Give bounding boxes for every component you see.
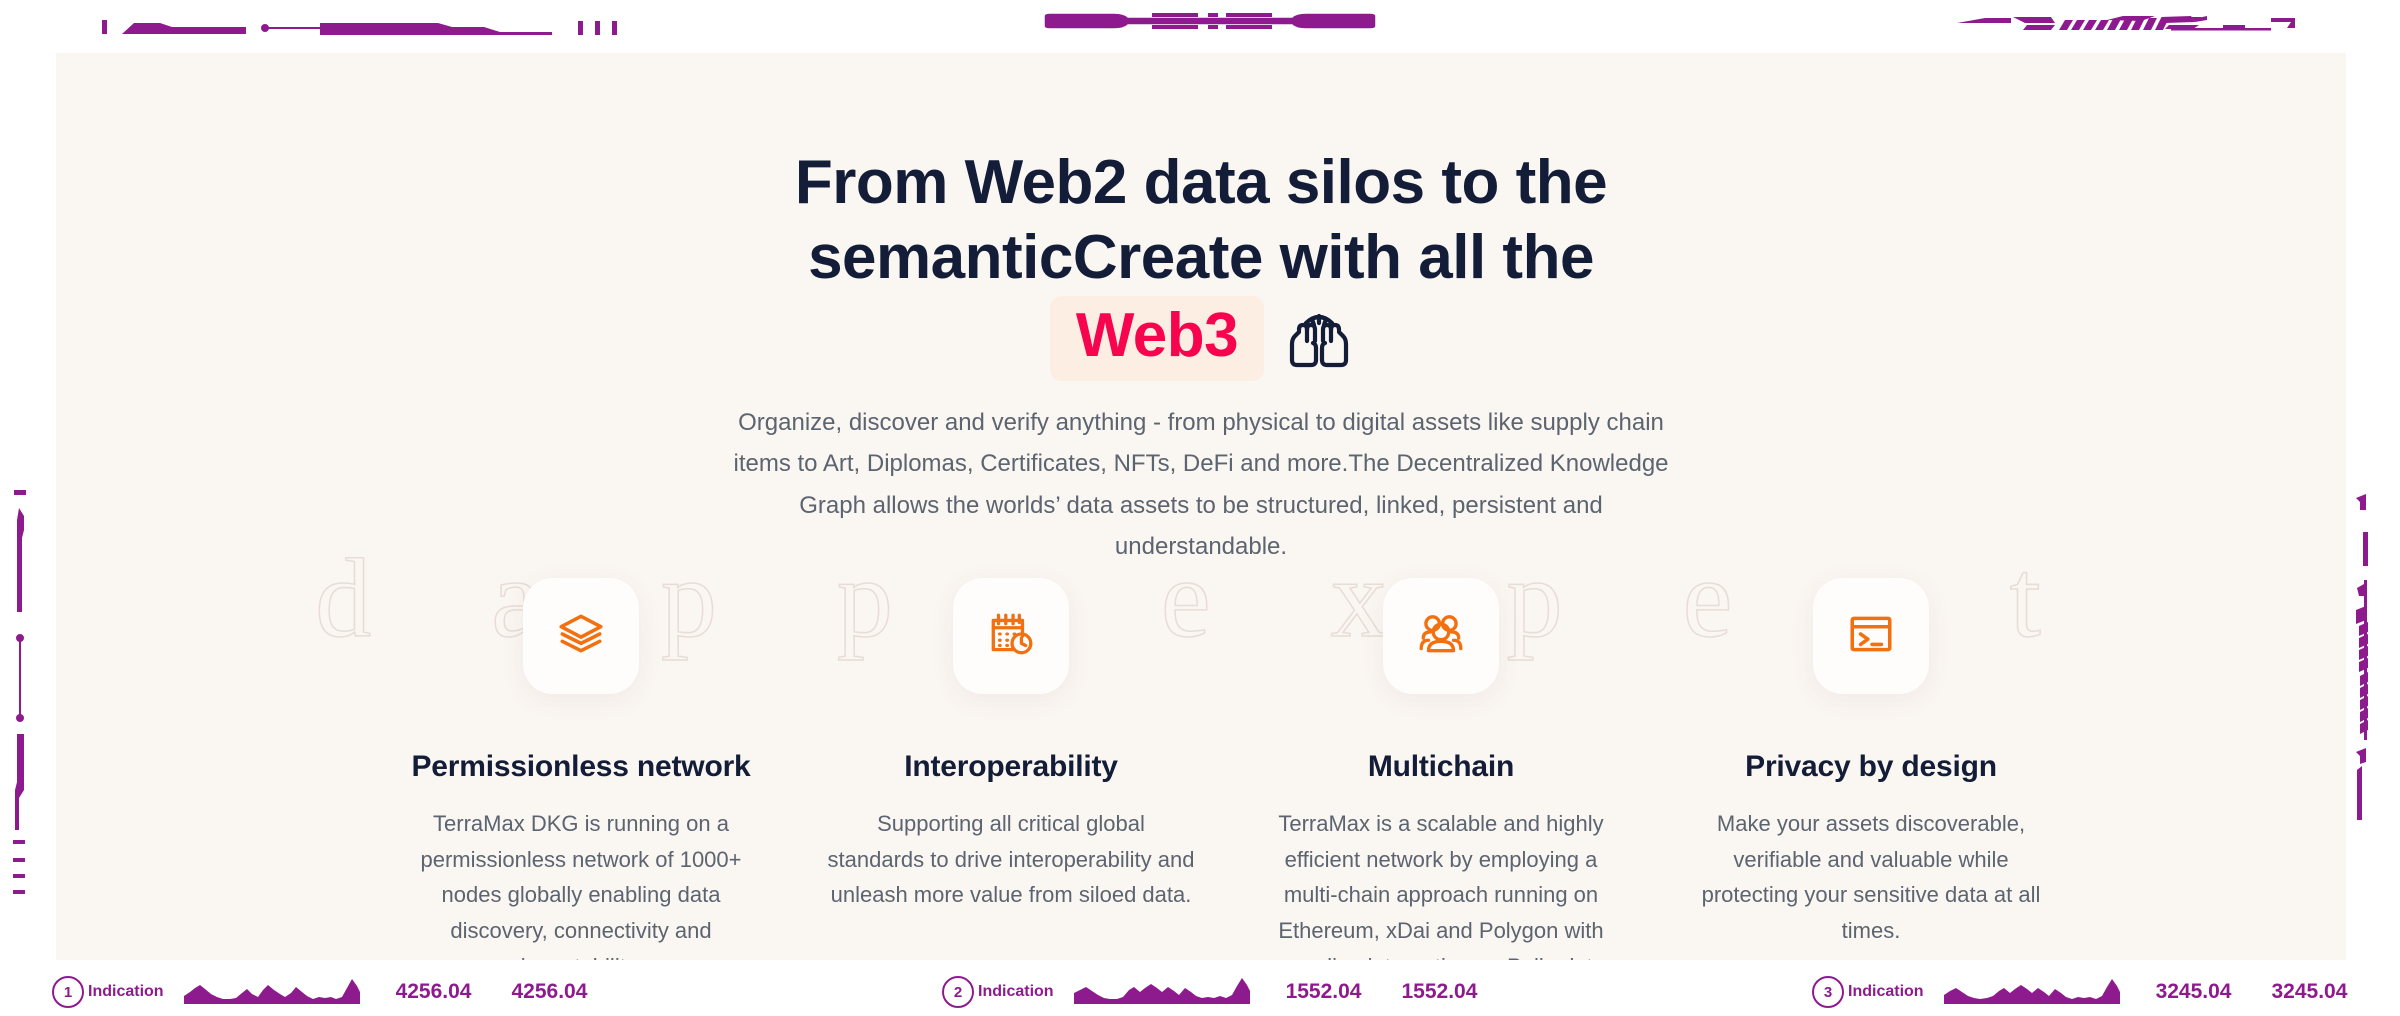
feature-icon-tile	[1383, 578, 1499, 694]
status-value-primary: 3245.04	[2155, 980, 2232, 1003]
feature-card-title: Multichain	[1367, 750, 1515, 783]
layers-icon	[556, 609, 606, 664]
hud-decoration-left	[10, 490, 34, 855]
feature-icon-tile	[523, 578, 639, 694]
hud-decoration-top-left	[100, 14, 360, 43]
status-item-3[interactable]: 3 Indication 3245.04 3245.04	[1812, 968, 2347, 1016]
status-bar: 1 Indication 4256.04 4256.04 2 Indicatio…	[0, 968, 2400, 1016]
feature-card-title: Privacy by design	[1745, 750, 1997, 783]
status-index-badge: 3	[1812, 976, 1844, 1008]
terminal-icon	[1846, 609, 1896, 664]
status-item-1[interactable]: 1 Indication 4256.04 4256.04	[52, 968, 587, 1016]
feature-card-multichain: Multichain TerraMax is a scalable and hi…	[1256, 578, 1626, 960]
hud-decoration-top-right	[1955, 10, 2325, 41]
headline-line-2: semanticCreate with all the	[808, 223, 1594, 293]
feature-card-interoperability: Interoperability Supporting all critical…	[826, 578, 1196, 913]
feature-card-description: Make your assets discoverable, verifiabl…	[1701, 811, 2041, 943]
hud-decoration-right	[2348, 480, 2374, 885]
sparkline-chart	[1943, 976, 2120, 1009]
web3-badge: Web3	[1049, 295, 1265, 382]
feature-card-title: Interoperability	[904, 750, 1118, 783]
feature-card-permissionless-network: Permissionless network TerraMax DKG is r…	[396, 578, 766, 960]
users-group-icon	[1416, 609, 1466, 664]
page-title: From Web2 data silos to the semanticCrea…	[501, 145, 1901, 382]
feature-card-title: Permissionless network	[411, 750, 751, 783]
headline-line-3: Web3	[501, 295, 1901, 382]
status-index-badge: 1	[52, 976, 84, 1008]
hud-decoration-top-left-2	[320, 14, 620, 43]
calendar-clock-icon	[986, 609, 1036, 664]
status-value-secondary: 1552.04	[1401, 980, 1478, 1003]
status-label: Indication	[88, 983, 164, 1000]
feature-card-description: Supporting all critical global standards…	[827, 811, 1195, 908]
feature-card-description: TerraMax is a scalable and highly effici…	[1278, 811, 1604, 960]
feature-card-privacy-by-design: Privacy by design Make your assets disco…	[1686, 578, 2056, 949]
feature-icon-tile	[953, 578, 1069, 694]
headline-line-1: From Web2 data silos to the	[794, 147, 1608, 217]
status-value-primary: 4256.04	[395, 980, 472, 1003]
feature-icon-tile	[1813, 578, 1929, 694]
feature-card-description: TerraMax DKG is running on a permissionl…	[420, 811, 742, 960]
status-item-2[interactable]: 2 Indication 1552.04 1552.04	[942, 968, 1477, 1016]
status-label: Indication	[978, 983, 1054, 1000]
hud-decoration-top-center	[1040, 8, 1380, 39]
raised-hands-icon	[1286, 308, 1352, 370]
hero-panel: d a p p . e x p e r t From Web2 data sil…	[56, 53, 2346, 960]
status-value-secondary: 3245.04	[2271, 980, 2348, 1003]
status-value-secondary: 4256.04	[511, 980, 588, 1003]
status-value-primary: 1552.04	[1285, 980, 1362, 1003]
status-index-badge: 2	[942, 976, 974, 1008]
sparkline-chart	[183, 976, 360, 1009]
sparkline-chart	[1073, 976, 1250, 1009]
hud-decoration-left-ticks	[10, 856, 34, 911]
status-label: Indication	[1848, 983, 1924, 1000]
feature-card-list: Permissionless network TerraMax DKG is r…	[396, 578, 2056, 960]
hero-description: Organize, discover and verify anything -…	[733, 409, 1669, 560]
